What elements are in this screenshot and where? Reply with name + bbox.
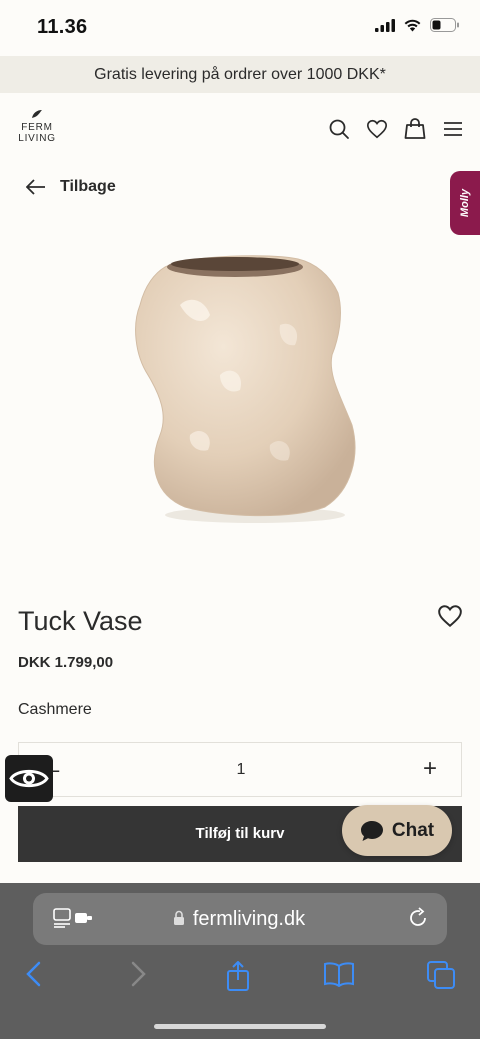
forward-icon[interactable]: [128, 961, 148, 992]
accessibility-eye-icon[interactable]: [5, 755, 53, 802]
battery-icon: [430, 18, 460, 37]
heart-icon[interactable]: [366, 118, 388, 140]
logo-text-line2: LIVING: [18, 133, 56, 144]
header-actions: [328, 118, 464, 140]
site-header: FERM LIVING: [0, 93, 480, 163]
cellular-signal-icon: [375, 18, 395, 37]
add-to-wishlist-heart-icon[interactable]: [437, 604, 463, 628]
back-icon[interactable]: [24, 961, 44, 992]
leaf-logo-icon: [32, 110, 42, 118]
chat-button[interactable]: Chat: [342, 805, 452, 856]
address-bar[interactable]: fermliving.dk: [33, 893, 447, 945]
promo-banner: Gratis levering på ordrer over 1000 DKK*: [0, 56, 480, 93]
chat-button-label: Chat: [391, 819, 435, 841]
shopping-bag-icon[interactable]: [404, 118, 426, 140]
wifi-icon: [403, 18, 422, 37]
status-time: 11.36: [37, 16, 88, 38]
quantity-stepper: – 1 +: [18, 742, 462, 797]
status-bar: 11.36: [0, 0, 480, 56]
arrow-left-icon: [26, 179, 45, 195]
back-link-label: Tilbage: [60, 178, 116, 195]
quantity-increase-button[interactable]: +: [423, 755, 437, 783]
ferm-living-logo[interactable]: FERM LIVING: [17, 109, 57, 144]
product-title: Tuck Vase: [18, 606, 143, 636]
url-text: fermliving.dk: [192, 908, 306, 930]
product-image: [120, 245, 370, 535]
bookmarks-icon[interactable]: [324, 961, 354, 992]
variant-label: Cashmere: [18, 701, 92, 718]
quantity-value[interactable]: 1: [19, 761, 463, 779]
search-icon[interactable]: [328, 118, 350, 140]
share-icon[interactable]: [225, 960, 251, 996]
reload-icon[interactable]: [407, 907, 429, 934]
status-icons: [375, 18, 460, 37]
menu-icon[interactable]: [442, 118, 464, 140]
browser-nav: [0, 955, 480, 995]
tabs-icon[interactable]: [427, 961, 455, 994]
chat-bubble-icon: [360, 820, 383, 841]
browser-toolbar: fermliving.dk: [0, 883, 480, 1039]
back-link[interactable]: Tilbage: [26, 178, 116, 196]
home-indicator: [154, 1024, 326, 1029]
logo-text-line1: FERM: [21, 122, 53, 133]
molly-tab-label: Molly: [459, 188, 471, 218]
molly-side-tab[interactable]: Molly: [450, 171, 480, 235]
product-price: DKK 1.799,00: [18, 654, 114, 671]
